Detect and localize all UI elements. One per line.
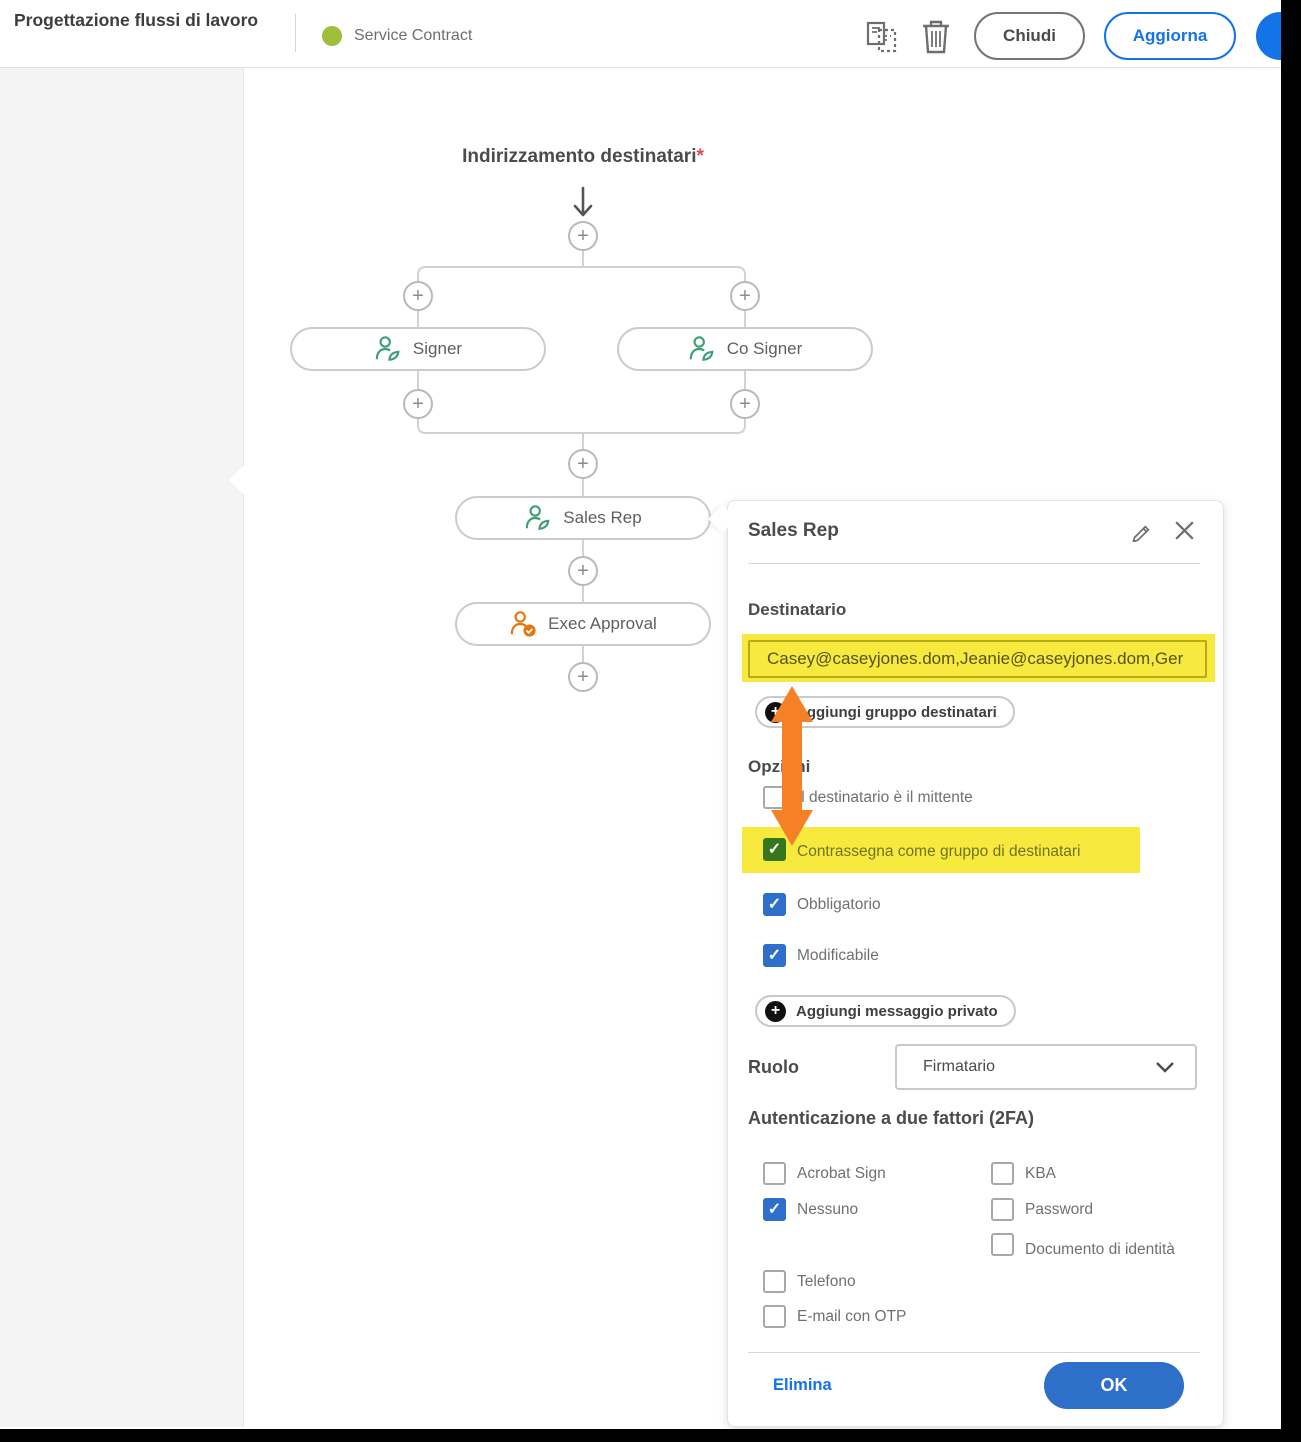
role-select[interactable]: Firmatario bbox=[895, 1044, 1197, 1090]
workflow-designer-screen: Progettazione flussi di lavoro Service C… bbox=[0, 0, 1301, 1442]
add-private-message-button[interactable]: + Aggiungi messaggio privato bbox=[755, 995, 1016, 1027]
node-label: Sales Rep bbox=[563, 508, 641, 528]
routing-title: Indirizzamento destinatari* bbox=[383, 146, 783, 168]
tfa-heading: Autenticazione a due fattori (2FA) bbox=[748, 1108, 1034, 1129]
checkbox-label: Modificabile bbox=[797, 947, 879, 965]
delete-link[interactable]: Elimina bbox=[773, 1376, 832, 1395]
add-node-button[interactable]: + bbox=[568, 449, 598, 479]
approver-icon bbox=[509, 610, 537, 638]
add-recipient-group-label: Aggiungi gruppo destinatari bbox=[796, 704, 997, 721]
checkbox-label: Acrobat Sign bbox=[797, 1165, 886, 1183]
add-node-button[interactable]: + bbox=[730, 389, 760, 419]
checkbox-label: Password bbox=[1025, 1201, 1093, 1219]
ok-button[interactable]: OK bbox=[1044, 1362, 1184, 1409]
check-icon: ✓ bbox=[768, 948, 781, 964]
checkbox-editable[interactable]: ✓ bbox=[763, 944, 786, 967]
add-node-button[interactable]: + bbox=[730, 281, 760, 311]
checkbox-mark-as-recipient-group[interactable]: ✓ bbox=[763, 838, 786, 861]
update-button-label: Aggiorna bbox=[1133, 26, 1208, 46]
checkbox-email-otp[interactable] bbox=[763, 1305, 786, 1328]
close-panel-icon[interactable] bbox=[1172, 518, 1197, 543]
close-button-label: Chiudi bbox=[1003, 26, 1056, 46]
options-section-label: Opzioni bbox=[748, 757, 810, 777]
node-label: Exec Approval bbox=[548, 614, 657, 634]
role-label: Ruolo bbox=[748, 1057, 799, 1078]
node-label: Co Signer bbox=[727, 339, 803, 359]
page-title: Progettazione flussi di lavoro bbox=[14, 9, 264, 33]
add-node-button[interactable]: + bbox=[568, 556, 598, 586]
checkbox-phone[interactable] bbox=[763, 1270, 786, 1293]
signer-icon bbox=[688, 335, 716, 363]
recipient-section-label: Destinatario bbox=[748, 600, 846, 620]
signer-icon bbox=[374, 335, 402, 363]
role-value: Firmatario bbox=[923, 1058, 995, 1076]
node-exec-approval[interactable]: Exec Approval bbox=[455, 602, 711, 646]
add-private-message-label: Aggiungi messaggio privato bbox=[796, 1003, 998, 1020]
checkbox-label: Il destinatario è il mittente bbox=[797, 789, 973, 807]
add-node-button[interactable]: + bbox=[403, 281, 433, 311]
add-node-button[interactable]: + bbox=[403, 389, 433, 419]
checkbox-label: Documento di identità bbox=[1025, 1236, 1185, 1264]
node-signer[interactable]: Signer bbox=[290, 327, 546, 371]
add-node-button[interactable]: + bbox=[568, 221, 598, 251]
checkbox-label: KBA bbox=[1025, 1165, 1056, 1183]
node-co-signer[interactable]: Co Signer bbox=[617, 327, 873, 371]
plus-circle-icon: + bbox=[765, 1001, 786, 1022]
checkbox-acrobat-sign[interactable] bbox=[763, 1162, 786, 1185]
signer-icon bbox=[524, 504, 552, 532]
update-button[interactable]: Aggiorna bbox=[1104, 12, 1236, 60]
add-recipient-group-button[interactable]: + Aggiungi gruppo destinatari bbox=[755, 696, 1015, 728]
status-dot bbox=[322, 26, 342, 46]
trash-icon[interactable] bbox=[920, 19, 952, 55]
recipient-input[interactable] bbox=[748, 640, 1207, 678]
workflow-name: Service Contract bbox=[354, 27, 472, 45]
panel-divider bbox=[748, 563, 1200, 564]
add-node-button[interactable]: + bbox=[568, 662, 598, 692]
check-icon: ✓ bbox=[768, 897, 781, 913]
checkbox-label: E-mail con OTP bbox=[797, 1308, 906, 1326]
checkbox-password[interactable] bbox=[991, 1198, 1014, 1221]
duplicate-icon[interactable] bbox=[866, 21, 900, 53]
required-asterisk: * bbox=[696, 146, 703, 167]
ok-button-label: OK bbox=[1101, 1375, 1128, 1396]
screen-edge-bottom bbox=[0, 1429, 1301, 1442]
check-icon: ✓ bbox=[768, 842, 781, 858]
checkbox-label: Telefono bbox=[797, 1273, 856, 1291]
checkbox-label: Contrassegna come gruppo di destinatari bbox=[797, 843, 1080, 861]
checkbox-identity-document[interactable] bbox=[991, 1233, 1014, 1256]
top-bar: Progettazione flussi di lavoro Service C… bbox=[0, 0, 1301, 68]
chevron-down-icon bbox=[1155, 1061, 1175, 1073]
node-label: Signer bbox=[413, 339, 462, 359]
checkbox-recipient-is-sender[interactable] bbox=[763, 786, 786, 809]
edit-pencil-icon[interactable] bbox=[1130, 519, 1153, 542]
panel-footer-divider bbox=[748, 1352, 1200, 1353]
checkbox-none[interactable]: ✓ bbox=[763, 1198, 786, 1221]
checkbox-label: Obbligatorio bbox=[797, 896, 881, 914]
node-sales-rep[interactable]: Sales Rep bbox=[455, 496, 711, 540]
routing-title-text: Indirizzamento destinatari bbox=[462, 146, 696, 167]
sidebar bbox=[0, 67, 244, 1427]
checkbox-required[interactable]: ✓ bbox=[763, 893, 786, 916]
panel-title: Sales Rep bbox=[748, 520, 839, 542]
checkbox-kba[interactable] bbox=[991, 1162, 1014, 1185]
plus-circle-icon: + bbox=[765, 702, 786, 723]
close-button[interactable]: Chiudi bbox=[974, 12, 1085, 60]
topbar-divider bbox=[295, 14, 296, 52]
check-icon: ✓ bbox=[768, 1202, 781, 1218]
screen-edge-right bbox=[1281, 0, 1301, 1442]
checkbox-label: Nessuno bbox=[797, 1201, 858, 1219]
